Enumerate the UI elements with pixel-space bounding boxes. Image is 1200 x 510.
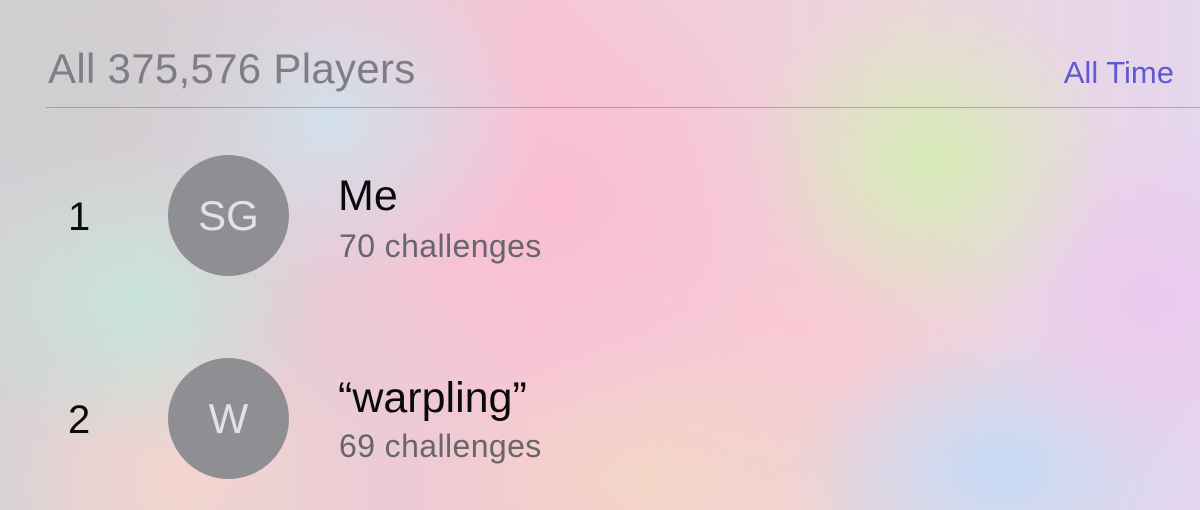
rank-number: 1 [68,195,91,239]
time-filter-button[interactable]: All Time [1064,55,1174,91]
leaderboard-row[interactable]: 1 SG Me 70 challenges [0,148,1200,288]
avatar-initials: SG [198,191,259,239]
challenge-count: 70 challenges [339,228,542,264]
rank-number: 2 [68,398,91,442]
avatar: SG [168,155,289,276]
avatar: W [168,358,289,479]
player-name: Me [338,172,398,220]
challenge-count: 69 challenges [339,428,542,464]
leaderboard-row[interactable]: 2 W “warpling” 69 challenges [0,350,1200,490]
leaderboard-header: All 375,576 Players All Time [46,0,1200,108]
player-name: “warpling” [338,374,527,422]
avatar-initials: W [208,394,249,442]
player-count-title: All 375,576 Players [48,45,416,92]
